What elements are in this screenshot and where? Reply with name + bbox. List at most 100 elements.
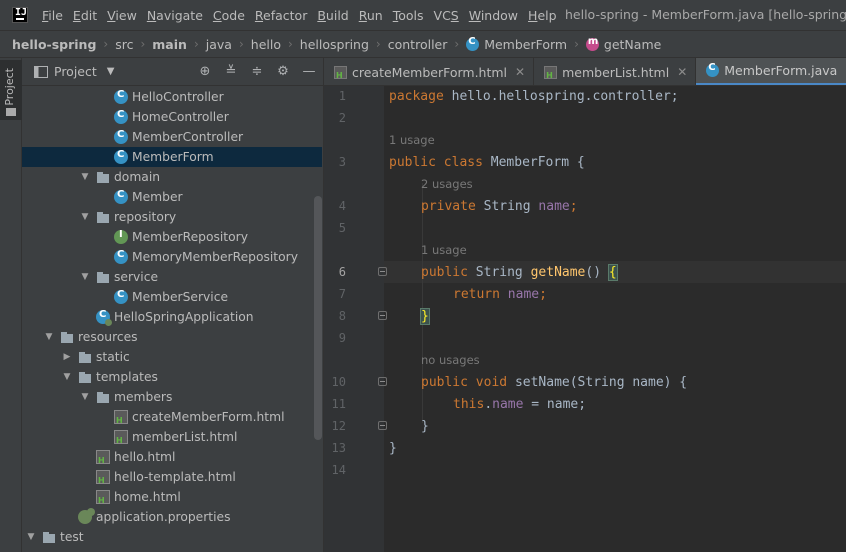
breadcrumb-hello[interactable]: hello [251,37,281,52]
tree-item[interactable]: ▼ test [22,527,322,547]
tree-item[interactable]: createMemberForm.html [22,407,322,427]
chevron-right-icon: › [375,37,381,51]
tree-item[interactable]: Member [22,187,322,207]
class-icon [114,129,128,144]
menu-code[interactable]: Code [213,8,245,23]
chevron-down-icon[interactable]: ▼ [44,332,54,342]
tree-item[interactable]: HelloController [22,87,322,107]
tree-item[interactable]: MemberService [22,287,322,307]
locate-file-icon[interactable]: ⊕ [197,64,213,80]
editor-tab[interactable]: memberList.html ✕ [534,58,697,85]
menu-vcs[interactable]: VCS [434,8,459,23]
chevron-down-icon[interactable]: ▼ [62,372,72,382]
menu-help[interactable]: Help [528,8,557,23]
fold-marker-icon[interactable] [378,377,387,386]
tree-item-label: MemberController [132,130,244,144]
breadcrumb-src[interactable]: src [115,37,133,52]
tree-item[interactable]: ▼ members [22,387,322,407]
collapse-all-icon[interactable]: ≑ [249,64,265,80]
menu-build[interactable]: Build [317,8,348,23]
intellij-logo-icon[interactable]: IJ [12,7,28,23]
breadcrumb-project[interactable]: hello-spring [12,37,96,52]
spring-app-icon [96,309,112,326]
chevron-right-icon: › [103,37,109,51]
menu-refactor[interactable]: Refactor [255,8,307,23]
tree-item-label: HelloController [132,90,224,104]
chevron-right-icon[interactable]: ▶ [62,352,72,362]
tree-item[interactable]: MemberForm [22,147,322,167]
menu-view[interactable]: View [107,8,137,23]
menu-window[interactable]: Window [469,8,518,23]
breadcrumb: hello-spring › src › main › java › hello… [0,30,846,80]
editor-tab[interactable]: createMemberForm.html ✕ [324,58,535,85]
breadcrumb-java[interactable]: java [206,37,232,52]
method-name: getName [530,265,586,280]
keyword: return [453,287,500,302]
gear-icon[interactable]: ⚙ [275,64,291,80]
breadcrumb-main[interactable]: main [152,37,187,52]
tree-item-label: MemberRepository [132,230,248,244]
tree-scrollbar[interactable] [314,196,322,440]
menu-tools[interactable]: Tools [393,8,424,23]
tree-item[interactable]: MemberRepository [22,227,322,247]
usage-hint[interactable]: 1 usage [389,133,435,147]
expand-all-icon[interactable]: ≚ [223,64,239,80]
keyword: public [421,265,468,280]
fold-marker-icon[interactable] [378,311,387,320]
close-icon[interactable]: ✕ [515,65,525,79]
tree-item-label: test [60,530,84,544]
usage-hint[interactable]: no usages [421,353,480,367]
dropdown-caret-icon[interactable]: ▼ [107,66,115,77]
chevron-down-icon[interactable]: ▼ [80,392,90,402]
breadcrumb-memberform[interactable]: MemberForm [484,37,567,52]
menu-edit[interactable]: Edit [73,8,97,23]
code-line-12: } [421,419,429,434]
window-title: hello-spring - MemberForm.java [hello-sp… [565,7,846,22]
code-line-11: this.name = name; [453,397,586,412]
usage-hint[interactable]: 1 usage [421,243,467,257]
close-icon[interactable]: ✕ [677,65,687,79]
tree-item[interactable]: hello-template.html [22,467,322,487]
tree-item[interactable]: ▼ resources [22,327,322,347]
breadcrumb-hellospring[interactable]: hellospring [300,37,369,52]
tree-item[interactable]: HomeController [22,107,322,127]
menu-navigate[interactable]: Navigate [147,8,203,23]
tree-item[interactable]: application.properties [22,507,322,527]
tree-item[interactable]: MemoryMemberRepository [22,247,322,267]
menu-file[interactable]: File [42,8,63,23]
tree-item[interactable]: ▼ templates [22,367,322,387]
folder-icon [78,350,92,364]
editor-tab-label: memberList.html [562,64,670,80]
tree-item[interactable]: ▼ repository [22,207,322,227]
tree-item-label: hello-template.html [114,470,236,484]
project-panel-title[interactable]: Project [54,64,97,79]
menu-run[interactable]: Run [359,8,383,23]
editor-tab[interactable]: MemberForm.java✕ [696,58,846,85]
tree-item[interactable]: hello.html [22,447,322,467]
code-editor[interactable]: 1 2 3 4 5 6 7 8 9 10 11 12 13 14 package hello.hellos… [324,86,846,552]
chevron-down-icon[interactable]: ▼ [80,272,90,282]
usage-hint[interactable]: 2 usages [421,177,473,191]
fold-marker-icon[interactable] [378,421,387,430]
code-line-1: package hello.hellospring.controller; [389,89,679,104]
tree-item[interactable]: MemberController [22,127,322,147]
fold-marker-icon[interactable] [378,267,387,276]
tree-item[interactable]: ▶ static [22,347,322,367]
tree-item[interactable]: ▼ domain [22,167,322,187]
tree-item[interactable]: HelloSpringApplication [22,307,322,327]
breadcrumb-controller[interactable]: controller [388,37,448,52]
class-icon [706,62,720,77]
tree-item[interactable]: memberList.html [22,427,322,447]
tree-item[interactable]: home.html [22,487,322,507]
class-icon [114,289,128,304]
folder-icon [96,170,110,184]
tree-item[interactable]: ▼ service [22,267,322,287]
hide-icon[interactable]: — [301,64,317,80]
chevron-down-icon[interactable]: ▼ [26,532,36,542]
project-tool-tab[interactable]: Project [0,60,22,120]
chevron-down-icon[interactable]: ▼ [80,172,90,182]
breadcrumb-getname[interactable]: getName [604,37,661,52]
resources-folder-icon [60,330,74,344]
code-line-8: } [420,308,430,325]
chevron-down-icon[interactable]: ▼ [80,212,90,222]
